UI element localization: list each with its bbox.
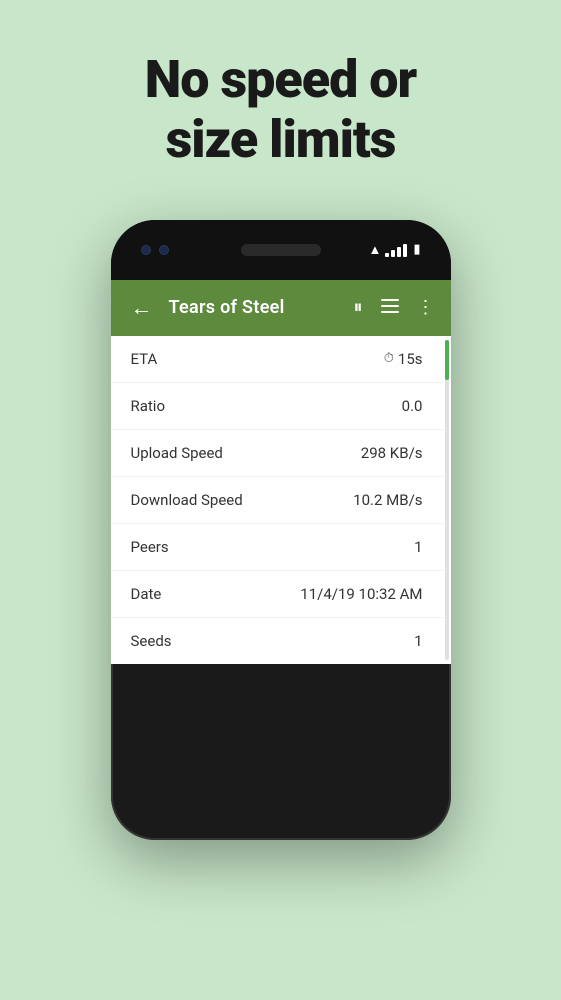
info-label: Peers: [131, 538, 169, 556]
toolbar: ← Tears of Steel ⏸ ⋮: [111, 280, 451, 336]
signal-bar-3: [397, 247, 401, 257]
scroll-indicator: [445, 340, 449, 660]
clock-icon: ⏱: [384, 351, 394, 366]
toolbar-title: Tears of Steel: [169, 297, 342, 318]
info-label: Date: [131, 585, 162, 603]
headline: No speed or size limits: [115, 50, 446, 170]
camera-dot-1: [141, 245, 151, 255]
info-row: Date 11/4/19 10:32 AM: [111, 571, 443, 618]
info-row: Ratio 0.0: [111, 383, 443, 430]
camera-area: [141, 245, 169, 255]
info-label: Download Speed: [131, 491, 243, 509]
info-label: Upload Speed: [131, 444, 223, 462]
info-row: ETA ⏱15s: [111, 336, 443, 383]
signal-bars: [385, 243, 407, 257]
signal-bar-1: [385, 253, 389, 257]
headline-line1: No speed or: [145, 49, 416, 110]
info-value: 10.2 MB/s: [353, 491, 422, 509]
info-list: ETA ⏱15s Ratio 0.0 Upload Speed 298 KB/s Downl…: [111, 336, 443, 664]
signal-bar-2: [391, 250, 395, 257]
phone-mockup: ▲ ▮ ← Tears of Steel ⏸: [111, 220, 451, 840]
toolbar-actions: ⏸ ⋮: [354, 297, 435, 318]
info-label: Ratio: [131, 397, 166, 415]
info-row: Download Speed 10.2 MB/s: [111, 477, 443, 524]
battery-icon: ▮: [413, 242, 420, 257]
phone-top-bar: ▲ ▮: [111, 220, 451, 280]
signal-bar-4: [403, 244, 407, 257]
wifi-icon: ▲: [368, 242, 381, 258]
info-value: 1: [414, 538, 422, 556]
info-value: 298 KB/s: [361, 444, 423, 462]
info-label: Seeds: [131, 632, 172, 650]
info-value: ⏱15s: [384, 350, 423, 368]
pause-button[interactable]: ⏸: [354, 297, 363, 318]
info-row: Seeds 1: [111, 618, 443, 664]
phone-outer: ▲ ▮ ← Tears of Steel ⏸: [111, 220, 451, 840]
info-label: ETA: [131, 350, 158, 368]
more-button[interactable]: ⋮: [417, 297, 435, 318]
info-value: 0.0: [402, 397, 423, 415]
info-value: 1: [414, 632, 422, 650]
app-screen: ← Tears of Steel ⏸ ⋮: [111, 280, 451, 664]
scroll-thumb: [445, 340, 449, 380]
status-bar-right: ▲ ▮: [368, 242, 420, 258]
back-button[interactable]: ←: [127, 291, 157, 325]
headline-line2: size limits: [166, 109, 396, 170]
phone-content-wrapper: ETA ⏱15s Ratio 0.0 Upload Speed 298 KB/s Downl…: [111, 336, 451, 664]
info-row: Upload Speed 298 KB/s: [111, 430, 443, 477]
list-button[interactable]: [381, 298, 399, 317]
info-row: Peers 1: [111, 524, 443, 571]
camera-dot-2: [159, 245, 169, 255]
info-value: 11/4/19 10:32 AM: [300, 585, 422, 603]
speaker: [241, 244, 321, 256]
list-icon: [381, 299, 399, 313]
